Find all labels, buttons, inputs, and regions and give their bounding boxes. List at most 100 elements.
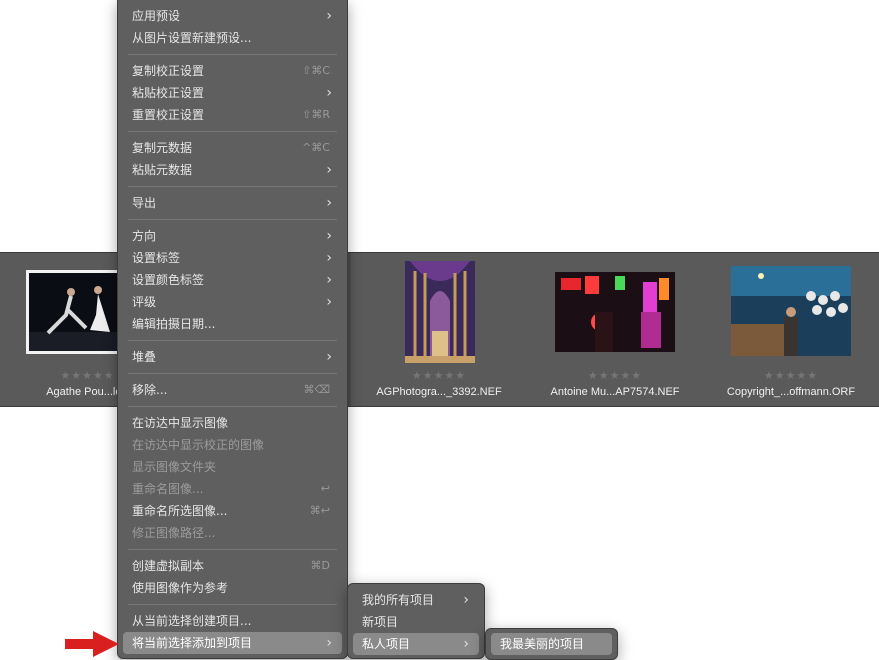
submenu-item-new-project[interactable]: 新项目 — [353, 611, 479, 633]
menu-item-label: 堆叠 — [132, 350, 157, 364]
menu-item-label: 重命名图像... — [132, 482, 204, 496]
chevron-right-icon: › — [326, 250, 332, 266]
menu-item-fix-image-path: 修正图像路径... — [123, 522, 342, 544]
submenu-item-my-beautiful-project[interactable]: 我最美丽的项目 — [491, 633, 612, 655]
menu-item-paste-metadata[interactable]: 粘贴元数据 › — [123, 159, 342, 181]
context-menu: 应用预设 › 从图片设置新建预设... 复制校正设置 ⇧⌘C 粘贴校正设置 › 重置校… — [117, 0, 348, 659]
menu-item-create-project-from-selection[interactable]: 从当前选择创建项目... — [123, 610, 342, 632]
thumbnail-hat-shop[interactable] — [731, 266, 851, 356]
menu-item-label: 创建虚拟副本 — [132, 559, 205, 573]
chevron-right-icon: › — [326, 228, 332, 244]
menu-item-label: 复制元数据 — [132, 141, 193, 155]
menu-item-label: 评级 — [132, 295, 157, 309]
menu-item-label: 在访达中显示校正的图像 — [132, 438, 265, 452]
menu-separator — [128, 549, 337, 550]
menu-item-label: 修正图像路径... — [132, 526, 216, 540]
thumbnail-neon-street[interactable] — [555, 272, 675, 352]
filmstrip-cell[interactable]: ★★★★★ AGPhotogra..._3392.NEF — [351, 253, 528, 406]
menu-item-label: 新项目 — [362, 615, 399, 629]
chevron-right-icon: › — [326, 85, 332, 101]
red-arrow-icon — [65, 631, 119, 657]
menu-item-create-virtual-copy[interactable]: 创建虚拟副本 ⌘D — [123, 555, 342, 577]
rating-stars[interactable]: ★★★★★ — [527, 369, 703, 382]
menu-item-set-color-label[interactable]: 设置颜色标签 › — [123, 269, 342, 291]
menu-item-label: 粘贴元数据 — [132, 163, 193, 177]
menu-item-label: 将当前选择添加到项目 — [132, 636, 253, 650]
menu-item-new-preset-from-image[interactable]: 从图片设置新建预设... — [123, 27, 342, 49]
menu-item-label: 方向 — [132, 229, 157, 243]
shortcut-label: ⇧⌘C — [302, 64, 330, 77]
chevron-right-icon: › — [326, 195, 332, 211]
filmstrip-cell[interactable]: ★★★★★ Antoine Mu...AP7574.NEF — [527, 253, 704, 406]
menu-separator — [128, 604, 337, 605]
menu-item-edit-capture-date[interactable]: 编辑拍摄日期... — [123, 313, 342, 335]
rating-stars[interactable]: ★★★★★ — [703, 369, 879, 382]
menu-item-paste-adjustments[interactable]: 粘贴校正设置 › — [123, 82, 342, 104]
menu-item-label: 设置颜色标签 — [132, 273, 205, 287]
projects-submenu: 我的所有项目 › 新项目 私人项目 › — [347, 583, 485, 659]
menu-separator — [128, 373, 337, 374]
menu-item-reset-adjustments[interactable]: 重置校正设置 ⇧⌘R — [123, 104, 342, 126]
menu-item-label: 在访达中显示图像 — [132, 416, 229, 430]
menu-separator — [128, 340, 337, 341]
menu-item-rename-selected[interactable]: 重命名所选图像... ⌘↩ — [123, 500, 342, 522]
chevron-right-icon: › — [463, 592, 469, 608]
menu-item-label: 我的所有项目 — [362, 593, 435, 607]
chevron-right-icon: › — [326, 8, 332, 24]
menu-item-label: 使用图像作为参考 — [132, 581, 229, 595]
menu-item-label: 显示图像文件夹 — [132, 460, 217, 474]
menu-separator — [128, 186, 337, 187]
menu-item-label: 私人项目 — [362, 637, 411, 651]
shortcut-label: ⌘↩ — [309, 504, 330, 517]
file-name: AGPhotogra..._3392.NEF — [376, 386, 502, 398]
private-projects-submenu: 我最美丽的项目 — [485, 628, 618, 660]
rating-stars[interactable]: ★★★★★ — [351, 369, 527, 382]
menu-item-copy-adjustments[interactable]: 复制校正设置 ⇧⌘C — [123, 60, 342, 82]
menu-item-copy-metadata[interactable]: 复制元数据 ^⌘C — [123, 137, 342, 159]
submenu-item-all-projects[interactable]: 我的所有项目 › — [353, 589, 479, 611]
menu-item-stack[interactable]: 堆叠 › — [123, 346, 342, 368]
menu-item-label: 从图片设置新建预设... — [132, 31, 252, 45]
menu-item-label: 编辑拍摄日期... — [132, 317, 216, 331]
menu-item-set-label[interactable]: 设置标签 › — [123, 247, 342, 269]
menu-item-label: 从当前选择创建项目... — [132, 614, 252, 628]
shortcut-label: ^⌘C — [302, 141, 330, 154]
menu-item-add-selection-to-project[interactable]: 将当前选择添加到项目 › — [123, 632, 342, 654]
menu-item-label: 导出 — [132, 196, 157, 210]
chevron-right-icon: › — [326, 272, 332, 288]
menu-item-label: 应用预设 — [132, 9, 181, 23]
shortcut-label: ⌘⌫ — [303, 383, 330, 396]
menu-item-orientation[interactable]: 方向 › — [123, 225, 342, 247]
menu-item-show-in-finder[interactable]: 在访达中显示图像 — [123, 412, 342, 434]
menu-item-label: 设置标签 — [132, 251, 181, 265]
chevron-right-icon: › — [326, 635, 332, 651]
menu-item-label: 移除... — [132, 383, 168, 397]
submenu-item-private-projects[interactable]: 私人项目 › — [353, 633, 479, 655]
thumbnail-dance[interactable] — [26, 270, 126, 354]
shortcut-label: ⌘D — [310, 559, 330, 572]
menu-item-label: 我最美丽的项目 — [500, 637, 585, 651]
shortcut-label: ⇧⌘R — [302, 108, 330, 121]
menu-item-export[interactable]: 导出 › — [123, 192, 342, 214]
chevron-right-icon: › — [326, 294, 332, 310]
file-name: Copyright_...offmann.ORF — [726, 386, 856, 398]
menu-item-show-adjusted-in-finder: 在访达中显示校正的图像 — [123, 434, 342, 456]
chevron-right-icon: › — [326, 162, 332, 178]
menu-item-use-as-reference[interactable]: 使用图像作为参考 — [123, 577, 342, 599]
chevron-right-icon: › — [326, 349, 332, 365]
menu-item-rating[interactable]: 评级 › — [123, 291, 342, 313]
menu-separator — [128, 406, 337, 407]
menu-item-label: 粘贴校正设置 — [132, 86, 205, 100]
thumbnail-chapel[interactable] — [405, 261, 475, 363]
chevron-right-icon: › — [463, 636, 469, 652]
shortcut-label: ↩ — [320, 482, 330, 495]
menu-item-label: 重命名所选图像... — [132, 504, 228, 518]
menu-item-remove[interactable]: 移除... ⌘⌫ — [123, 379, 342, 401]
menu-separator — [128, 54, 337, 55]
menu-item-show-image-folder: 显示图像文件夹 — [123, 456, 342, 478]
menu-separator — [128, 219, 337, 220]
file-name: Antoine Mu...AP7574.NEF — [550, 386, 680, 398]
menu-item-apply-preset[interactable]: 应用预设 › — [123, 5, 342, 27]
filmstrip-cell[interactable]: ★★★★★ Copyright_...offmann.ORF — [703, 253, 879, 406]
menu-item-label: 重置校正设置 — [132, 108, 205, 122]
